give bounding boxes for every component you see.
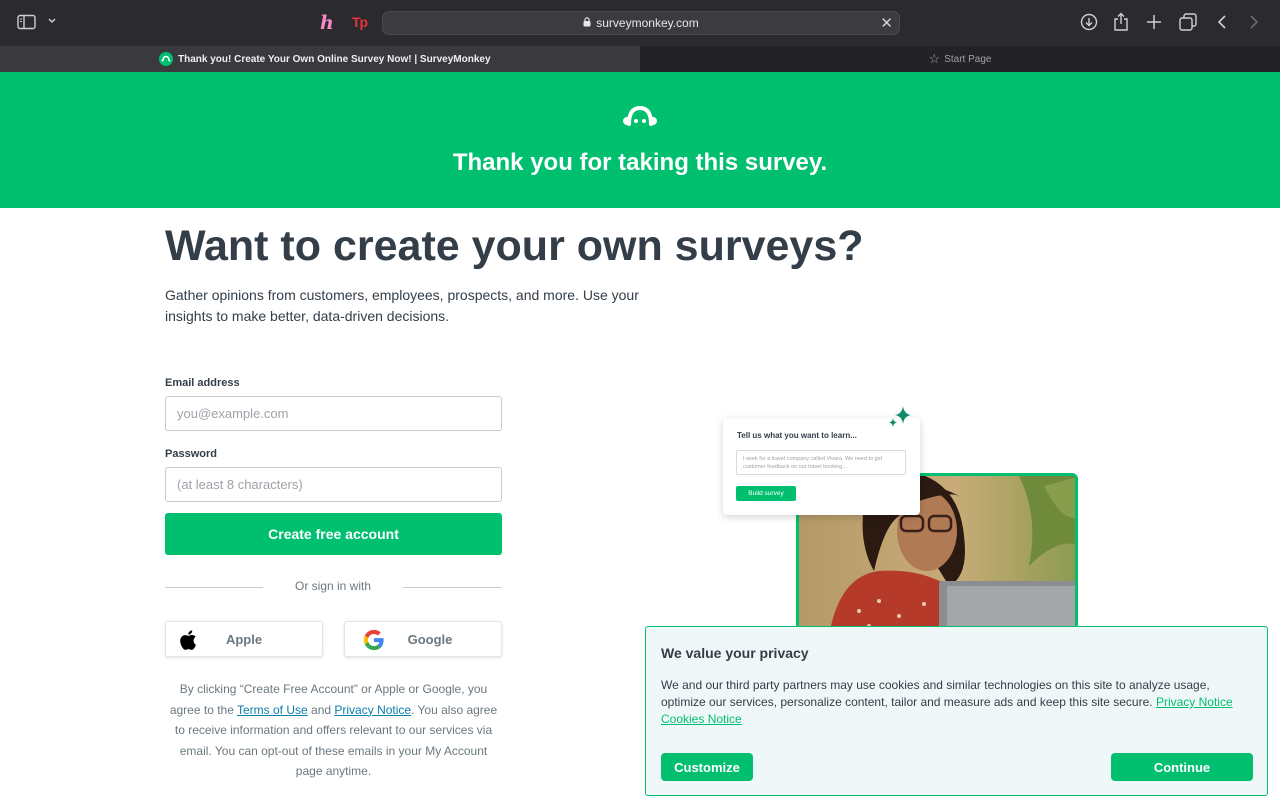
password-label: Password xyxy=(165,448,217,460)
download-icon[interactable] xyxy=(1080,13,1098,31)
forward-icon[interactable] xyxy=(1249,14,1259,30)
surveymonkey-favicon xyxy=(159,52,173,66)
close-icon[interactable]: ✕ xyxy=(880,14,893,32)
tab-bar: Thank you! Create Your Own Online Survey… xyxy=(0,46,1280,72)
google-signin-button[interactable]: Google xyxy=(344,621,502,657)
or-sign-in-text: Or sign in with xyxy=(294,579,372,593)
sparkle-icon xyxy=(886,403,914,436)
tab-start-page[interactable]: ☆ Start Page xyxy=(640,46,1280,72)
build-survey-button: Build survey xyxy=(736,486,796,501)
legal-disclaimer: By clicking “Create Free Account” or App… xyxy=(165,679,502,782)
privacy-notice-link[interactable]: Privacy Notice xyxy=(1156,695,1233,709)
email-label: Email address xyxy=(165,377,240,389)
privacy-title: We value your privacy xyxy=(661,645,809,661)
legal-text: and xyxy=(307,702,335,717)
apple-signin-button[interactable]: Apple xyxy=(165,621,323,657)
cookies-notice-link[interactable]: Cookies Notice xyxy=(661,712,742,726)
privacy-body: We and our third party partners may use … xyxy=(661,677,1251,728)
browser-toolbar: h Tp surveymonkey.com ✕ xyxy=(0,0,1280,46)
thank-you-banner: Thank you for taking this survey. xyxy=(0,72,1280,208)
google-label: Google xyxy=(407,631,453,647)
browser-chrome: h Tp surveymonkey.com ✕ Thank you! Creat… xyxy=(0,0,1280,72)
customize-button[interactable]: Customize xyxy=(661,753,753,781)
star-icon: ☆ xyxy=(928,51,941,66)
surveymonkey-logo-icon xyxy=(621,102,659,135)
lock-icon xyxy=(583,17,591,30)
back-icon[interactable] xyxy=(1217,14,1227,30)
divider xyxy=(165,587,263,588)
share-icon[interactable] xyxy=(1113,12,1129,32)
divider xyxy=(403,587,502,588)
card-input-text: I work for a travel company called Vivar… xyxy=(736,450,906,475)
honey-extension-icon[interactable]: h xyxy=(320,12,334,34)
address-bar[interactable]: surveymonkey.com ✕ xyxy=(382,11,900,35)
email-field[interactable] xyxy=(165,396,502,431)
tab-surveymonkey[interactable]: Thank you! Create Your Own Online Survey… xyxy=(0,46,640,72)
sidebar-toggle-icon[interactable] xyxy=(17,14,37,30)
url-text: surveymonkey.com xyxy=(596,16,699,30)
continue-button[interactable]: Continue xyxy=(1111,753,1253,781)
tp-extension-icon[interactable]: Tp xyxy=(352,14,368,30)
create-account-button[interactable]: Create free account xyxy=(165,513,502,555)
tab-title: Start Page xyxy=(944,53,992,65)
privacy-notice-link[interactable]: Privacy Notice xyxy=(334,703,411,717)
card-title: Tell us what you want to learn... xyxy=(737,431,857,440)
signup-subtitle: Gather opinions from customers, employee… xyxy=(165,287,639,324)
tab-title: Thank you! Create Your Own Online Survey… xyxy=(178,53,491,65)
privacy-text: We and our third party partners may use … xyxy=(661,678,1210,709)
password-field[interactable] xyxy=(165,467,502,502)
new-tab-icon[interactable] xyxy=(1146,14,1162,30)
chevron-down-icon[interactable] xyxy=(47,17,57,25)
page-title: Thank you for taking this survey. xyxy=(452,149,828,176)
signup-headline: Want to create your own surveys? xyxy=(165,222,864,270)
terms-of-use-link[interactable]: Terms of Use xyxy=(237,703,308,717)
privacy-banner: We value your privacy We and our third p… xyxy=(645,626,1268,796)
apple-label: Apple xyxy=(225,631,263,647)
tab-overview-icon[interactable] xyxy=(1179,13,1197,31)
